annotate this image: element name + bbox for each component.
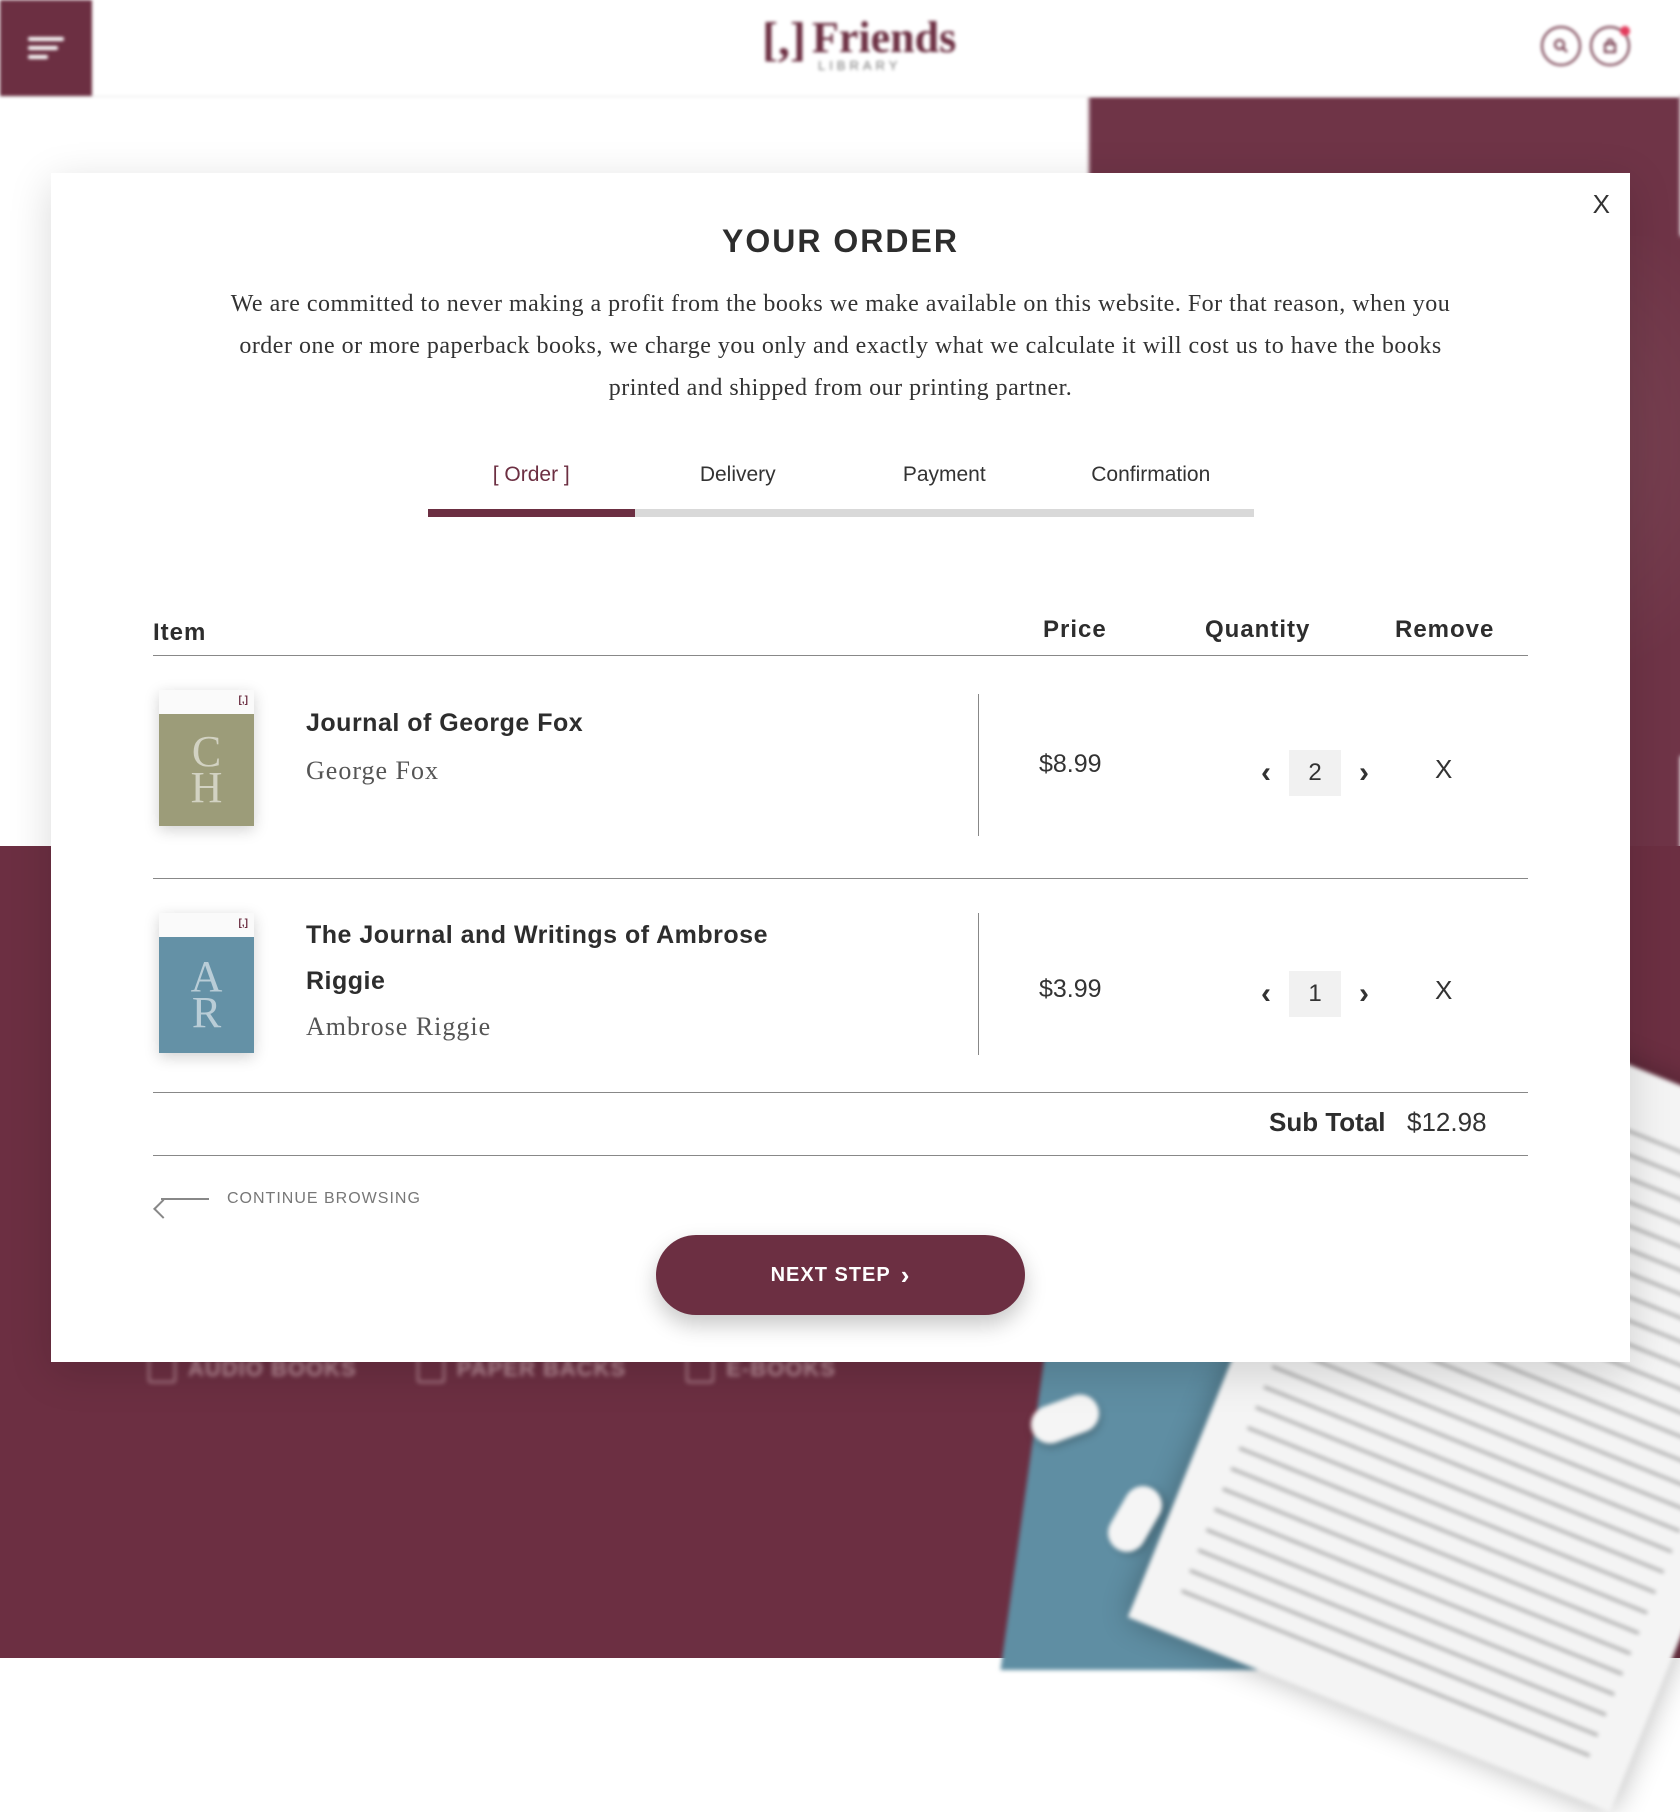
chevron-right-icon: › [900,1260,911,1290]
header-quantity: Quantity [1205,616,1311,643]
logo-word: Friends [811,13,957,62]
subtotal-row: Sub Total $12.98 [153,1093,1528,1156]
checkout-steps: [ Order ] Delivery Payment Confirmation [428,463,1254,517]
column-divider [978,913,979,1055]
next-step-label: NEXT STEP [770,1263,891,1286]
remove-item-button[interactable]: X [1435,975,1452,1006]
site-header: [,] Friends LIBRARY [0,0,1680,97]
quantity-stepper: ‹ 1 › [1253,971,1377,1017]
step-progress-bar [428,509,1254,517]
logo-mark: [,] [762,13,806,66]
header-item: Item [153,619,207,646]
order-modal: X YOUR ORDER We are committed to never m… [51,173,1630,1362]
book-cover-ambrose-riggie[interactable]: [,] A R [159,913,254,1053]
continue-browsing-link[interactable]: CONTINUE BROWSING [161,1190,421,1208]
remove-item-button[interactable]: X [1435,754,1452,785]
item-title[interactable]: Journal of George Fox [306,700,583,746]
tab-confirmation[interactable]: Confirmation [1048,463,1255,509]
tab-delivery[interactable]: Delivery [635,463,842,509]
tab-payment[interactable]: Payment [841,463,1048,509]
header-price: Price [1043,616,1107,643]
cart-icon [1604,38,1616,53]
item-author: George Fox [306,756,440,785]
intro-text: We are committed to never making a profi… [230,291,1451,401]
quantity-increase-button[interactable]: › [1351,756,1377,790]
header-remove: Remove [1395,616,1495,643]
menu-button[interactable] [0,0,92,96]
step-progress-fill [428,509,635,517]
quantity-stepper: ‹ 2 › [1253,750,1377,796]
site-logo[interactable]: [,] Friends LIBRARY [762,13,957,74]
subtotal-value: $12.98 [1407,1107,1487,1137]
arrow-left-icon [161,1198,209,1200]
subtotal-label: Sub Total [1269,1107,1386,1137]
tab-order[interactable]: [ Order ] [428,463,635,509]
continue-browsing-label: CONTINUE BROWSING [227,1190,421,1207]
item-title[interactable]: The Journal and Writings of Ambrose Rigg… [306,912,768,1004]
table-row: [,] C H Journal of George Fox George Fox… [153,656,1528,879]
modal-title: YOUR ORDER [722,223,959,259]
close-button[interactable]: X [1593,189,1610,220]
quantity-increase-button[interactable]: › [1351,977,1377,1011]
next-step-button[interactable]: NEXT STEP › [656,1235,1025,1315]
quantity-value[interactable]: 1 [1289,971,1341,1017]
quantity-value[interactable]: 2 [1289,750,1341,796]
cart-badge [1620,26,1630,36]
cart-button[interactable] [1590,26,1630,66]
table-header: Item Price Quantity Remove [153,603,1528,656]
quantity-decrease-button[interactable]: ‹ [1253,977,1279,1011]
book-cover-george-fox[interactable]: [,] C H [159,690,254,826]
item-price: $3.99 [1039,975,1102,1003]
hamburger-icon [28,32,64,64]
order-table: Item Price Quantity Remove [,] C H Journ… [153,603,1528,1156]
search-button[interactable] [1541,26,1581,66]
quantity-decrease-button[interactable]: ‹ [1253,756,1279,790]
item-author: Ambrose Riggie [306,1012,492,1041]
search-icon [1554,39,1568,53]
column-divider [978,694,979,836]
item-price: $8.99 [1039,750,1102,778]
table-row: [,] A R The Journal and Writings of Ambr… [153,879,1528,1093]
